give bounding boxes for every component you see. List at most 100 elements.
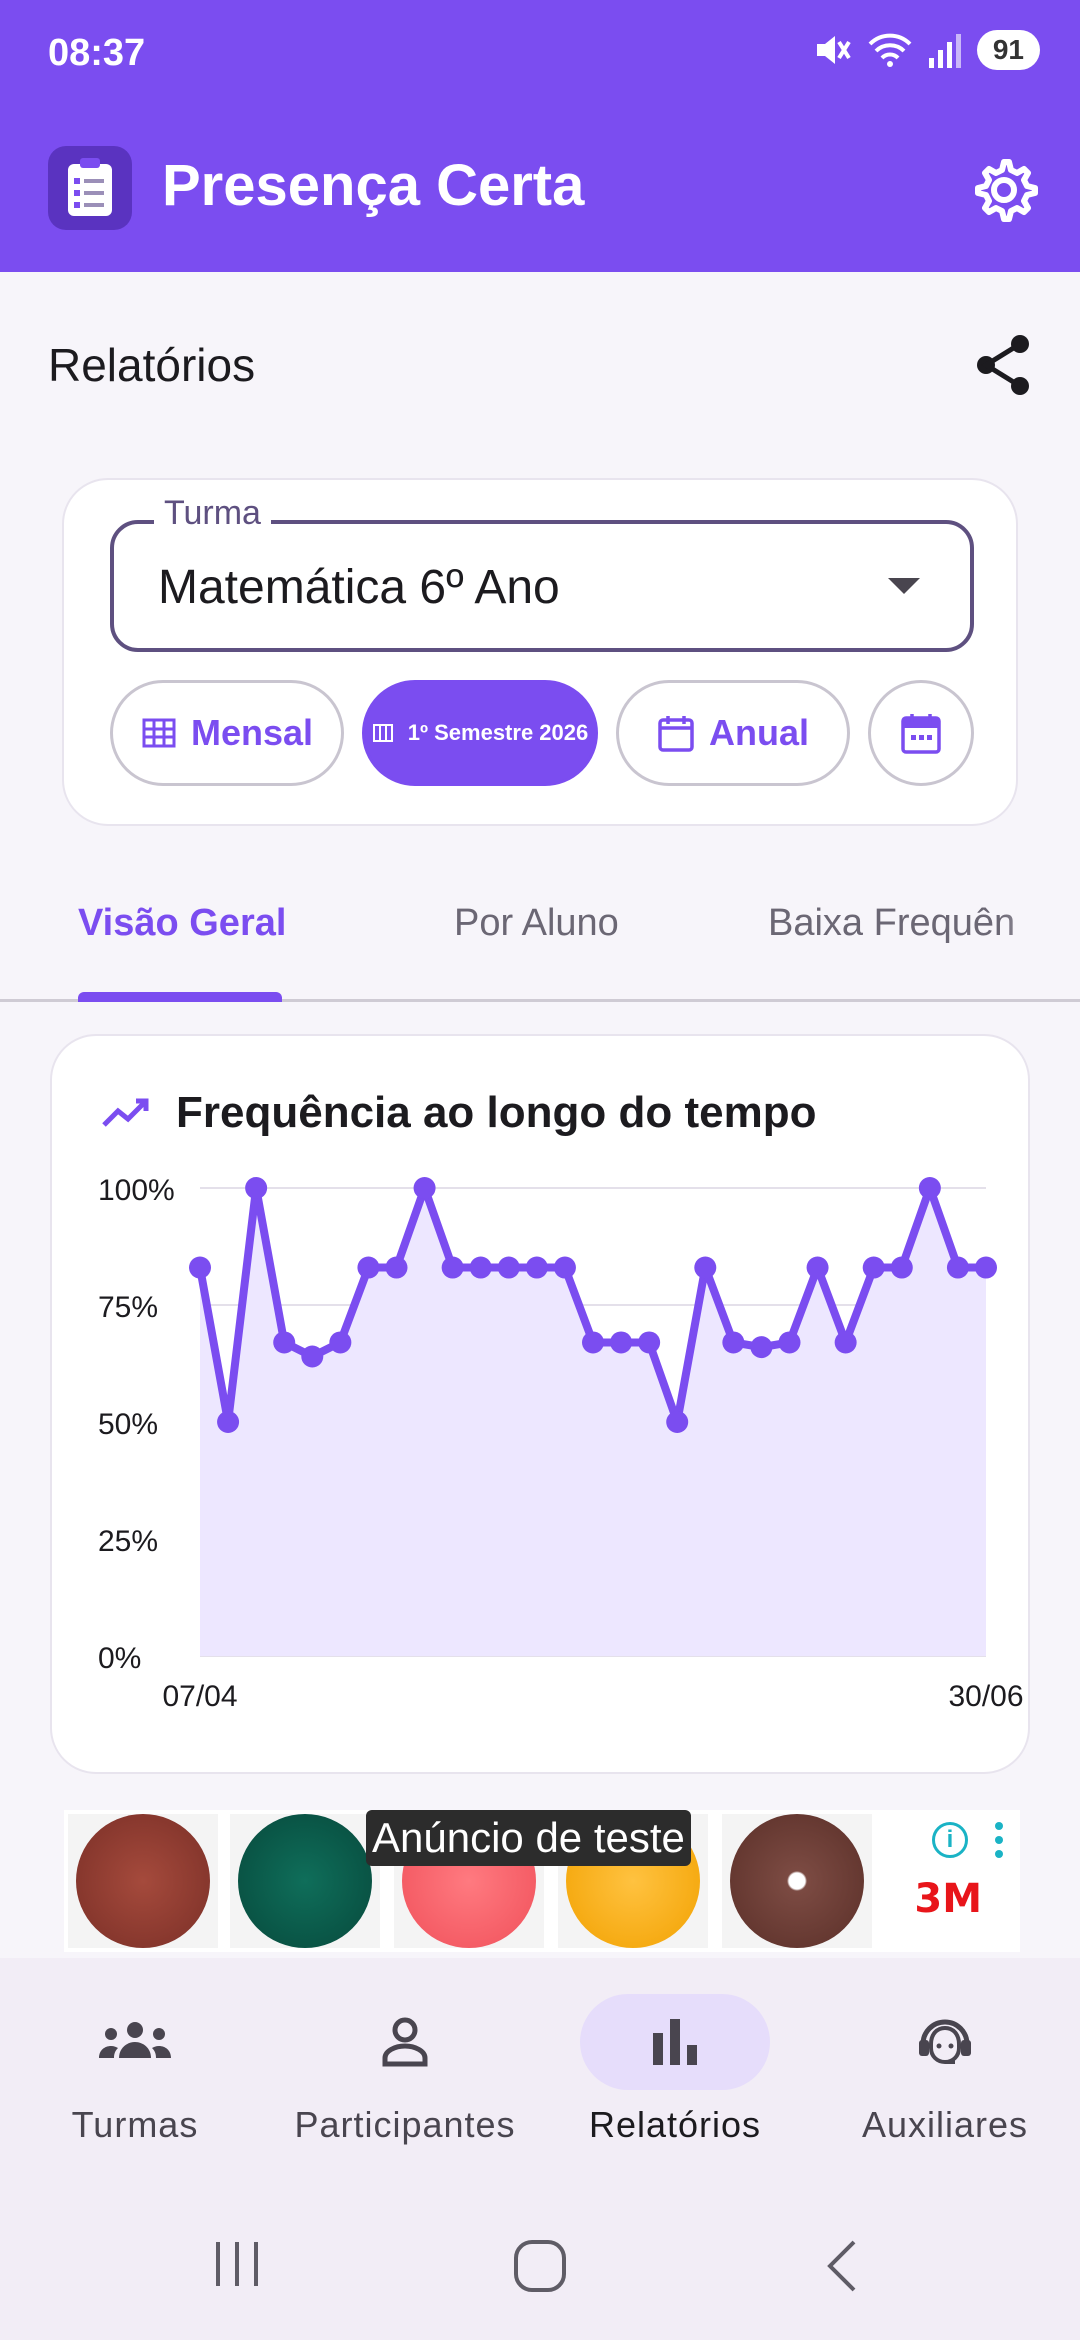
nav-label-turmas: Turmas	[71, 2104, 199, 2145]
nav-item-auxiliares[interactable]: Auxiliares	[810, 1994, 1080, 2174]
data-point	[497, 1256, 520, 1279]
class-select-label: Turma	[154, 494, 271, 533]
nav-icon-container	[580, 1994, 770, 2090]
support-agent-icon	[919, 2019, 971, 2065]
nav-item-relatorios[interactable]: Relatórios	[540, 1994, 810, 2174]
data-point	[666, 1411, 689, 1433]
ad-banner[interactable]: Anúncio de teste i 3M	[64, 1810, 1020, 1952]
groups-icon	[99, 2022, 171, 2058]
x-tick-label: 07/04	[162, 1680, 237, 1713]
app-logo-icon	[48, 146, 132, 230]
ad-brand-logo: 3M	[914, 1876, 982, 1922]
data-point	[722, 1331, 745, 1354]
nav-icon-container	[40, 1994, 230, 2090]
period-chip-monthly-label: Mensal	[190, 712, 314, 753]
data-point	[778, 1331, 801, 1354]
period-chip-annual-label: Anual	[708, 712, 809, 753]
app-bar: Presença Certa	[0, 110, 1080, 272]
data-point	[694, 1256, 717, 1279]
data-point	[329, 1331, 352, 1354]
y-tick-label: 100%	[98, 1174, 175, 1207]
data-point	[946, 1256, 969, 1279]
data-point	[273, 1331, 296, 1354]
signal-icon	[928, 34, 961, 68]
period-chip-semester-label: 1º Semestre 2026	[407, 720, 589, 745]
y-tick-label: 50%	[98, 1408, 158, 1441]
columns-icon	[372, 724, 393, 742]
data-point	[357, 1256, 380, 1279]
nav-label-relatorios: Relatórios	[588, 2104, 762, 2145]
ad-info-icon[interactable]: i	[932, 1822, 968, 1858]
recent-apps-icon[interactable]	[212, 2238, 262, 2290]
y-tick-label: 25%	[98, 1525, 158, 1558]
tab-indicator	[78, 992, 282, 1002]
settings-gear-icon[interactable]	[968, 154, 1040, 226]
data-point	[525, 1256, 548, 1279]
filter-card: Turma Matemática 6º Ano Mensal 1º Semest…	[62, 478, 1018, 826]
bar-chart-icon	[653, 2019, 697, 2065]
page-title: Relatórios	[48, 339, 256, 391]
ad-more-icon[interactable]	[994, 1820, 1004, 1860]
data-point	[862, 1256, 885, 1279]
period-chip-annual[interactable]: Anual	[616, 680, 850, 786]
data-point	[553, 1256, 576, 1279]
status-icons: 91	[813, 30, 1040, 70]
person-icon	[382, 2017, 428, 2067]
custom-date-chip[interactable]	[868, 680, 974, 786]
data-point	[189, 1256, 211, 1279]
data-point	[918, 1177, 941, 1199]
y-tick-label: 0%	[98, 1642, 141, 1675]
nav-item-participantes[interactable]: Participantes	[270, 1994, 540, 2174]
data-point	[301, 1345, 324, 1368]
period-chip-monthly[interactable]: Mensal	[110, 680, 344, 786]
data-point	[245, 1177, 268, 1199]
class-select-value: Matemática 6º Ano	[158, 561, 560, 614]
data-point	[834, 1331, 857, 1354]
calendar-icon	[658, 716, 694, 752]
back-icon[interactable]	[822, 2238, 862, 2294]
tab-overview[interactable]: Visão Geral	[78, 902, 286, 945]
status-time: 08:37	[48, 32, 146, 74]
nav-label-auxiliares: Auxiliares	[861, 2104, 1029, 2145]
data-point	[469, 1256, 492, 1279]
y-tick-label: 75%	[98, 1291, 158, 1324]
x-tick-label: 30/06	[948, 1680, 1023, 1713]
dropdown-caret-icon	[888, 578, 920, 594]
period-chip-semester[interactable]: 1º Semestre 2026	[362, 680, 598, 786]
mute-icon	[816, 36, 851, 64]
tab-low-frequency[interactable]: Baixa Frequên	[768, 902, 1015, 945]
nav-icon-container	[850, 1994, 1040, 2090]
ad-test-label: Anúncio de teste	[366, 1810, 691, 1866]
calendar-custom-icon	[901, 714, 941, 754]
nav-item-turmas[interactable]: Turmas	[0, 1994, 270, 2174]
nav-label-participantes: Participantes	[294, 2104, 516, 2145]
data-point	[975, 1256, 997, 1279]
data-point	[385, 1256, 408, 1279]
data-point	[638, 1331, 661, 1354]
grid-icon	[142, 718, 176, 748]
chart-header: Frequência ao longo do tempo	[100, 1088, 816, 1138]
home-icon[interactable]	[512, 2238, 568, 2294]
ad-product-tile[interactable]	[68, 1814, 218, 1948]
ad-product-tile[interactable]	[722, 1814, 872, 1948]
system-navigation-bar	[0, 2188, 1080, 2340]
ad-product-tile[interactable]	[230, 1814, 380, 1948]
share-icon[interactable]	[968, 330, 1038, 400]
bottom-navigation: Turmas Participantes Relatórios Auxiliar…	[0, 1958, 1080, 2188]
data-point	[806, 1256, 829, 1279]
report-tabs: Visão Geral Por Aluno Baixa Frequên	[0, 880, 1080, 1002]
trending-up-icon	[102, 1098, 149, 1127]
data-point	[610, 1331, 633, 1354]
chart-title: Frequência ao longo do tempo	[176, 1088, 817, 1137]
app-title: Presença Certa	[162, 153, 585, 218]
tab-fade	[1000, 880, 1080, 990]
class-select-field[interactable]: Turma Matemática 6º Ano	[110, 494, 974, 652]
data-point	[582, 1331, 604, 1354]
frequency-chart: 100% 75% 50% 25% 0% 07/04 30/06	[98, 1174, 1024, 1713]
data-point	[750, 1336, 773, 1359]
section-header: Relatórios	[0, 272, 1080, 462]
tab-by-student[interactable]: Por Aluno	[454, 902, 619, 945]
battery-badge: 91	[976, 30, 1040, 70]
data-point	[441, 1256, 464, 1279]
status-bar: 08:37 91	[0, 0, 1080, 110]
